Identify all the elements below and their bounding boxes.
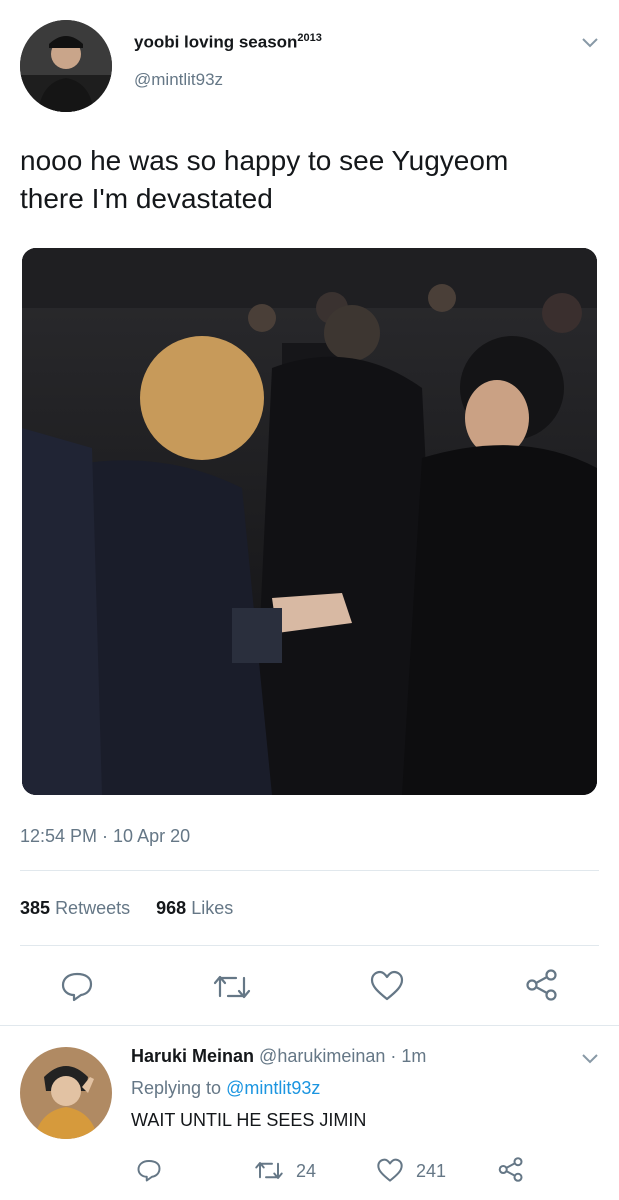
author-name-line: yoobi loving season2013 <box>134 32 322 53</box>
retweet-icon[interactable] <box>212 972 252 1002</box>
retweets-count: 385 <box>20 898 51 918</box>
reply-icon[interactable] <box>60 970 94 1002</box>
retweets-label: Retweets <box>55 898 131 918</box>
tweet-media[interactable] <box>22 248 597 795</box>
reply-like-count: 241 <box>416 1161 447 1181</box>
likes-stat[interactable]: 968 Likes <box>156 898 233 918</box>
tweet-timestamp[interactable]: 12:54 PM · 10 Apr 20 <box>20 826 190 847</box>
retweet-icon[interactable] <box>254 1159 284 1182</box>
tweet-text-line: there I'm devastated <box>20 183 273 214</box>
tweet-text-line: nooo he was so happy to see Yugyeom <box>20 145 509 176</box>
tweet-stats: 385 Retweets 968 Likes <box>20 898 233 919</box>
reply-text: WAIT UNTIL HE SEES JIMIN <box>131 1110 367 1130</box>
chevron-down-icon[interactable] <box>580 36 600 50</box>
chevron-down-icon[interactable] <box>580 1052 600 1066</box>
heart-icon[interactable] <box>376 1158 404 1183</box>
thread-separator <box>0 1025 619 1026</box>
author-name-suffix: 2013 <box>297 32 322 44</box>
retweets-stat[interactable]: 385 Retweets <box>20 898 130 918</box>
reply-retweet-count: 24 <box>296 1161 317 1181</box>
reply-age: · 1m <box>390 1046 427 1066</box>
replying-to-link[interactable]: @mintlit93z <box>226 1078 320 1098</box>
tweet-text: nooo he was so happy to see Yugyeom ther… <box>20 142 508 218</box>
reply-display-name[interactable]: Haruki Meinan <box>131 1046 254 1066</box>
replying-to: Replying to @mintlit93z <box>131 1078 320 1099</box>
reply-handle[interactable]: @harukimeinan <box>259 1046 385 1066</box>
reply-icon[interactable] <box>136 1158 162 1182</box>
divider <box>20 870 599 871</box>
share-icon[interactable] <box>524 968 560 1002</box>
divider <box>20 945 599 946</box>
author-avatar[interactable] <box>20 20 112 112</box>
likes-label: Likes <box>191 898 234 918</box>
reply-header: Haruki Meinan @harukimeinan · 1m <box>131 1046 426 1067</box>
heart-icon[interactable] <box>369 970 405 1002</box>
replying-to-prefix: Replying to <box>131 1078 222 1098</box>
likes-count: 968 <box>156 898 187 918</box>
share-icon[interactable] <box>497 1156 525 1183</box>
author-handle[interactable]: @mintlit93z <box>134 70 223 90</box>
author-display-name[interactable]: yoobi loving season <box>134 33 297 52</box>
reply-avatar[interactable] <box>20 1047 112 1139</box>
